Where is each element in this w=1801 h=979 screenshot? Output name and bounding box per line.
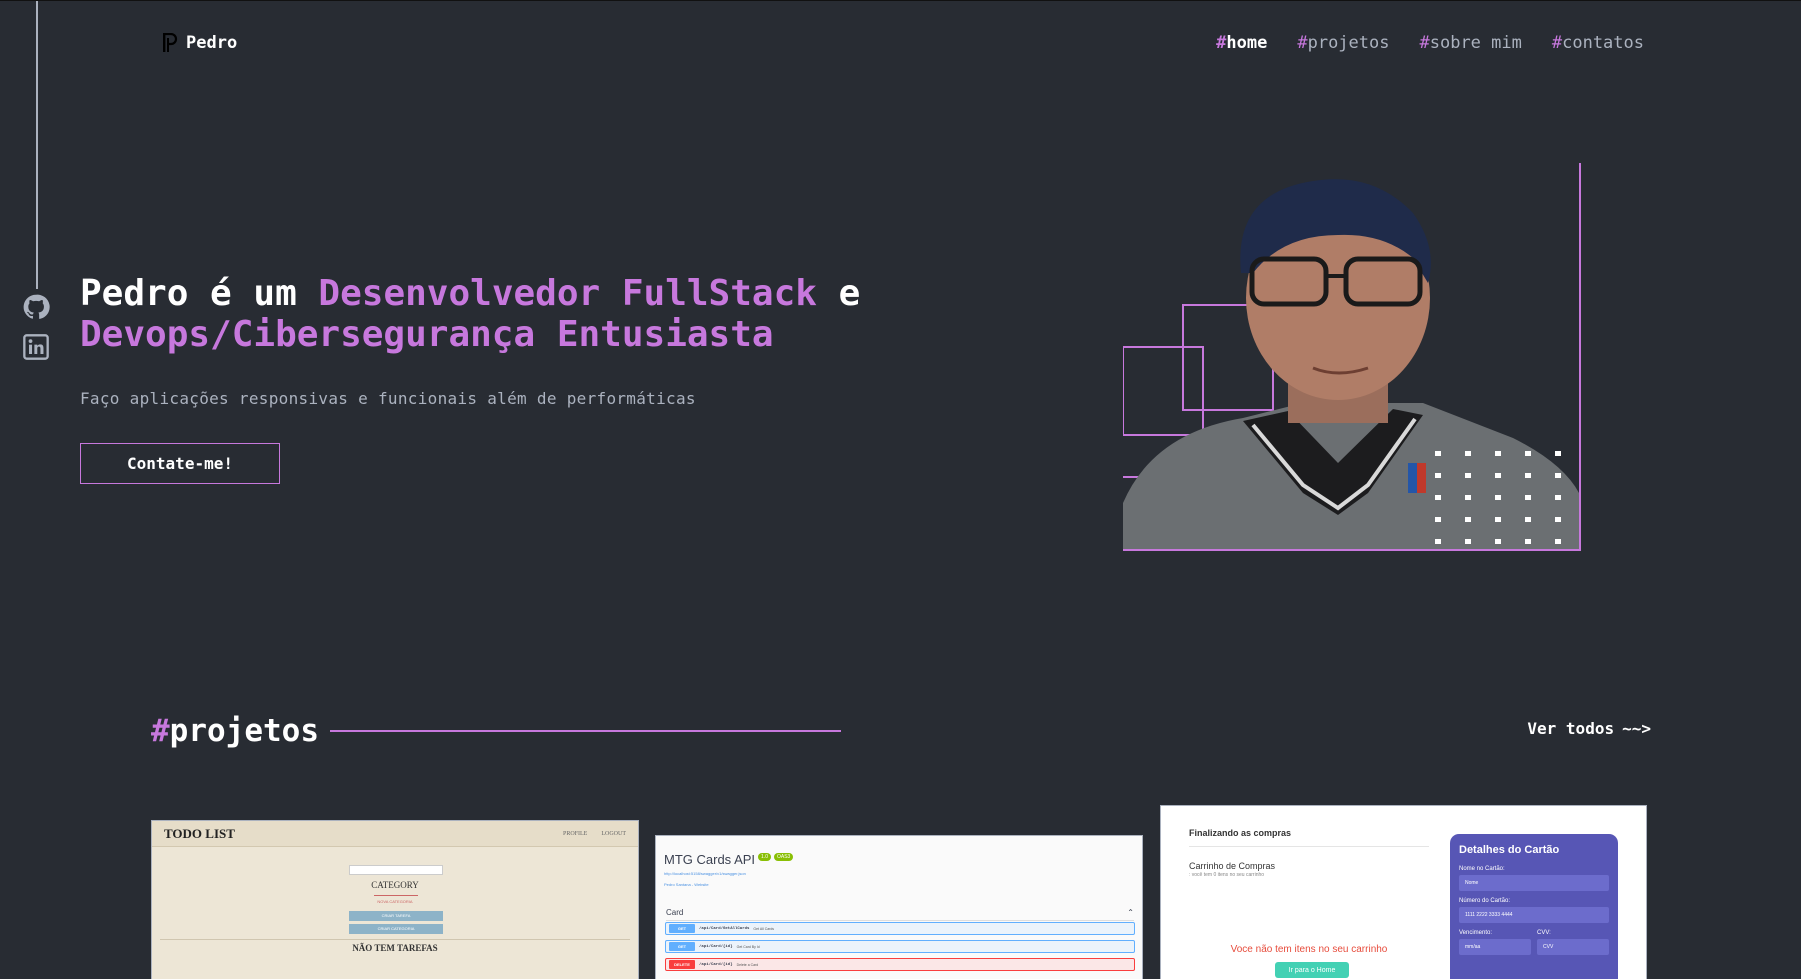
nav-projetos[interactable]: #projetos — [1297, 33, 1389, 53]
todo-new-category: NOVA CATEGORIA — [377, 899, 413, 904]
portrait-border-bottom — [1123, 549, 1581, 551]
github-icon[interactable] — [22, 293, 50, 321]
api-op-get-all: GET /api/Card/GetAllCards Get All Cards — [665, 922, 1135, 935]
checkout-exp-label: Vencimento: — [1459, 930, 1493, 936]
todo-profile-link: PROFILE — [562, 830, 588, 837]
api-title: MTG Cards API 1.0 OAS3 — [664, 852, 1134, 867]
chevron-up-icon: ⌃ — [1127, 908, 1134, 917]
nav-sobre-mim[interactable]: #sobre mim — [1419, 33, 1521, 53]
todo-category-underline — [374, 895, 418, 896]
checkout-number-label: Número do Cartão: — [1459, 898, 1511, 904]
project-card-api[interactable]: MTG Cards API 1.0 OAS3 http://localhost:… — [655, 835, 1143, 979]
api-website-link: Pedro Santana - Website — [664, 882, 709, 887]
contact-button[interactable]: Contate-me! — [80, 443, 280, 484]
todo-create-category-button: CRIAR CATEGORIA — [349, 924, 443, 934]
projects-heading: #projetos — [151, 713, 319, 749]
checkout-number-field: 1111 2222 3333 4444 — [1459, 907, 1609, 923]
checkout-name-label: Nome no Cartão: — [1459, 866, 1505, 872]
checkout-heading: Finalizando as compras — [1189, 828, 1292, 838]
checkout-panel-title: Detalhes do Cartão — [1459, 844, 1560, 856]
brand-name: Pedro — [186, 33, 238, 53]
todo-create-task-button: CRIAR TAREFA — [349, 911, 443, 921]
todo-category: CATEGORY — [371, 880, 419, 890]
api-version-badge: 1.0 — [758, 853, 771, 861]
checkout-cvv-field: CVV — [1537, 939, 1609, 955]
squiggle-arrow-icon: ~~> — [1622, 719, 1651, 738]
todo-title: TODO LIST — [164, 825, 235, 841]
api-section-card: Card ⌃ — [666, 908, 1134, 921]
nav-contatos[interactable]: #contatos — [1552, 33, 1644, 53]
hero-portrait — [1123, 163, 1581, 551]
project-card-todo[interactable]: TODO LIST PROFILE LOGOUT CATEGORY NOVA C… — [151, 820, 639, 979]
todo-input — [349, 865, 443, 875]
checkout-home-button: Ir para o Home — [1275, 962, 1349, 978]
api-oas-badge: OAS3 — [773, 853, 794, 861]
todo-separator — [160, 939, 630, 940]
side-divider — [36, 1, 38, 289]
hero-subtitle: Faço aplicações responsivas e funcionais… — [80, 389, 696, 408]
checkout-rule — [1189, 846, 1429, 847]
checkout-cvv-label: CVV: — [1537, 930, 1551, 936]
todo-logout-link: LOGOUT — [601, 830, 626, 837]
portrait-image — [1123, 163, 1579, 549]
api-op-get-by-id: GET /api/Card/{id} Get Card By Id — [665, 940, 1135, 953]
checkout-name-field: Nome — [1459, 875, 1609, 891]
todo-empty-message: NÃO TEM TAREFAS — [352, 943, 438, 953]
linkedin-icon[interactable] — [22, 333, 50, 361]
portfolio-page: Pedro #home #projetos #sobre mim #contat… — [0, 0, 1801, 979]
projects-heading-line — [330, 730, 841, 732]
top-nav: #home #projetos #sobre mim #contatos — [1216, 33, 1644, 53]
checkout-card-panel: Detalhes do Cartão Nome no Cartão: Nome … — [1450, 834, 1618, 979]
portrait-border-right — [1579, 163, 1581, 551]
logo-icon — [163, 33, 178, 52]
checkout-cart-subtitle: : você tem 0 itens no seu carrinho — [1189, 872, 1265, 878]
project-card-checkout[interactable]: Finalizando as compras Carrinho de Compr… — [1160, 805, 1647, 979]
logo[interactable]: Pedro — [162, 33, 237, 53]
todo-topbar: TODO LIST PROFILE LOGOUT — [152, 821, 638, 847]
nav-home[interactable]: #home — [1216, 33, 1267, 53]
checkout-empty-message: Voce não tem itens no seu carrinho — [1230, 944, 1388, 955]
see-all-link[interactable]: Ver todos ~~> — [1527, 719, 1651, 738]
hero-title: Pedro é um Desenvolvedor FullStack e Dev… — [80, 273, 861, 355]
checkout-exp-field: mm/aa — [1459, 939, 1531, 955]
checkout-cart-title: Carrinho de Compras — [1189, 861, 1276, 871]
api-url: http://localhost:5158/swagger/v1/swagger… — [664, 871, 746, 876]
api-op-delete: DELETE /api/Card/{id} Delete a Card — [665, 958, 1135, 971]
